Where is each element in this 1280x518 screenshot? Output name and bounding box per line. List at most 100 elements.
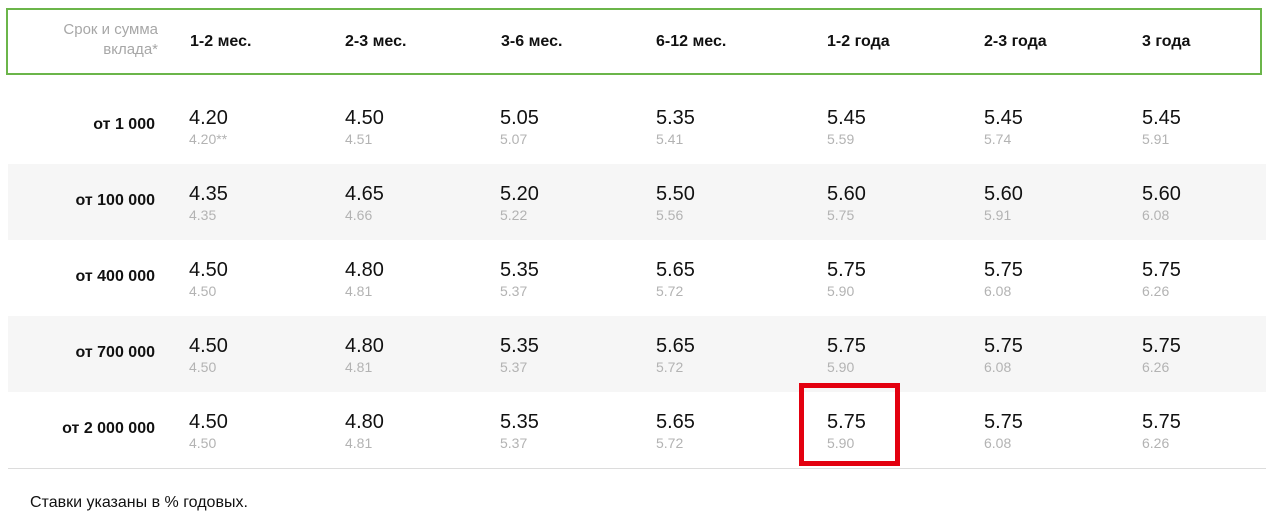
rate-value: 5.75 — [1142, 411, 1181, 433]
effective-rate: 4.81 — [345, 435, 373, 451]
corner-label-line1: Срок и сумма — [63, 21, 158, 38]
rate-value: 5.75 — [827, 411, 866, 433]
rate-cell: 5.75 6.26 — [1142, 334, 1181, 376]
effective-rate: 4.50 — [189, 435, 217, 451]
rate-value: 5.60 — [984, 183, 1023, 205]
rate-cell: 5.60 5.75 — [827, 182, 866, 224]
rate-value: 5.65 — [656, 259, 695, 281]
effective-rate: 4.35 — [189, 207, 217, 223]
rate-cell: 4.50 4.50 — [189, 410, 228, 452]
rate-cell: 4.50 4.50 — [189, 334, 228, 376]
rate-cell: 5.65 5.72 — [656, 410, 695, 452]
effective-rate: 5.91 — [1142, 131, 1170, 147]
rate-value: 5.60 — [827, 183, 866, 205]
rate-cell: 5.75 6.08 — [984, 410, 1023, 452]
effective-rate: 5.59 — [827, 131, 855, 147]
row-label: от 100 000 — [75, 192, 156, 209]
column-header-3-6-months: 3-6 мес. — [501, 33, 563, 50]
rate-value: 5.35 — [500, 259, 539, 281]
effective-rate: 5.37 — [500, 283, 528, 299]
table-row: от 1 000 4.20 4.20** 4.50 4.51 5.05 5.07 5.… — [8, 88, 1266, 164]
effective-rate: 6.26 — [1142, 283, 1170, 299]
corner-label: Срок и сумма вклада* — [8, 20, 158, 60]
column-header-1-2-months: 1-2 мес. — [190, 33, 252, 50]
effective-rate: 4.66 — [345, 207, 373, 223]
rate-cell: 5.20 5.22 — [500, 182, 539, 224]
effective-rate: 5.56 — [656, 207, 684, 223]
effective-rate: 6.08 — [984, 359, 1012, 375]
rate-value: 5.35 — [500, 411, 539, 433]
rate-value: 4.50 — [189, 335, 228, 357]
effective-rate: 5.90 — [827, 283, 855, 299]
rate-value: 4.65 — [345, 183, 384, 205]
row-label: от 2 000 000 — [62, 420, 155, 437]
column-header-2-3-months: 2-3 мес. — [345, 33, 407, 50]
rate-cell: 5.75 5.90 — [827, 334, 866, 376]
rate-value: 5.60 — [1142, 183, 1181, 205]
rate-cell: 5.45 5.74 — [984, 106, 1023, 148]
effective-rate: 5.90 — [827, 359, 855, 375]
rate-cell: 4.50 4.51 — [345, 106, 384, 148]
rate-value: 5.75 — [827, 259, 866, 281]
effective-rate: 5.07 — [500, 131, 528, 147]
effective-rate: 4.50 — [189, 283, 217, 299]
table-bottom-divider — [8, 468, 1266, 469]
rate-value: 5.35 — [500, 335, 539, 357]
rate-cell: 4.20 4.20** — [189, 106, 228, 148]
rate-cell: 5.05 5.07 — [500, 106, 539, 148]
rate-cell: 4.80 4.81 — [345, 258, 384, 300]
rate-cell: 5.75 6.26 — [1142, 410, 1181, 452]
rate-value: 5.05 — [500, 107, 539, 129]
rate-value: 5.35 — [656, 107, 695, 129]
rate-value: 5.45 — [1142, 107, 1181, 129]
effective-rate: 4.50 — [189, 359, 217, 375]
rate-value: 4.50 — [345, 107, 384, 129]
effective-rate: 4.51 — [345, 131, 373, 147]
column-header-3-years: 3 года — [1142, 33, 1191, 50]
rate-cell: 5.45 5.59 — [827, 106, 866, 148]
rate-cell: 5.60 6.08 — [1142, 182, 1181, 224]
rate-value: 4.80 — [345, 259, 384, 281]
corner-label-line2: вклада* — [103, 41, 158, 58]
effective-rate: 6.26 — [1142, 435, 1170, 451]
effective-rate: 6.08 — [984, 435, 1012, 451]
table-row: от 400 000 4.50 4.50 4.80 4.81 5.35 5.37 5.… — [8, 240, 1266, 316]
effective-rate: 5.72 — [656, 435, 684, 451]
rate-value: 5.45 — [827, 107, 866, 129]
effective-rate: 6.08 — [1142, 207, 1170, 223]
rate-cell: 5.50 5.56 — [656, 182, 695, 224]
effective-rate: 4.20** — [189, 131, 228, 147]
rate-cell: 4.35 4.35 — [189, 182, 228, 224]
rate-cell-highlighted: 5.75 5.90 — [827, 410, 866, 452]
rate-cell: 5.60 5.91 — [984, 182, 1023, 224]
effective-rate: 5.91 — [984, 207, 1012, 223]
column-header-1-2-years: 1-2 года — [827, 33, 890, 50]
rate-value: 4.50 — [189, 411, 228, 433]
rate-cell: 5.45 5.91 — [1142, 106, 1181, 148]
column-header-2-3-years: 2-3 года — [984, 33, 1047, 50]
table-header: Срок и сумма вклада* 1-2 мес. 2-3 мес. 3… — [6, 8, 1262, 75]
effective-rate: 4.81 — [345, 283, 373, 299]
rate-value: 4.20 — [189, 107, 228, 129]
rate-cell: 4.50 4.50 — [189, 258, 228, 300]
rate-value: 4.80 — [345, 335, 384, 357]
rate-value: 5.75 — [984, 335, 1023, 357]
effective-rate: 6.08 — [984, 283, 1012, 299]
rate-value: 5.20 — [500, 183, 539, 205]
rate-value: 4.35 — [189, 183, 228, 205]
rate-cell: 5.65 5.72 — [656, 258, 695, 300]
rate-cell: 5.65 5.72 — [656, 334, 695, 376]
rate-cell: 5.35 5.37 — [500, 334, 539, 376]
row-label: от 400 000 — [75, 268, 156, 285]
effective-rate: 5.74 — [984, 131, 1012, 147]
rate-cell: 5.75 6.08 — [984, 334, 1023, 376]
rates-footnote: Ставки указаны в % годовых. — [30, 494, 248, 511]
effective-rate: 5.37 — [500, 435, 528, 451]
effective-rate: 5.72 — [656, 283, 684, 299]
row-label: от 700 000 — [75, 344, 156, 361]
rate-cell: 5.75 6.26 — [1142, 258, 1181, 300]
rate-cell: 5.75 6.08 — [984, 258, 1023, 300]
rate-value: 5.50 — [656, 183, 695, 205]
rate-value: 5.65 — [656, 411, 695, 433]
rate-value: 5.45 — [984, 107, 1023, 129]
